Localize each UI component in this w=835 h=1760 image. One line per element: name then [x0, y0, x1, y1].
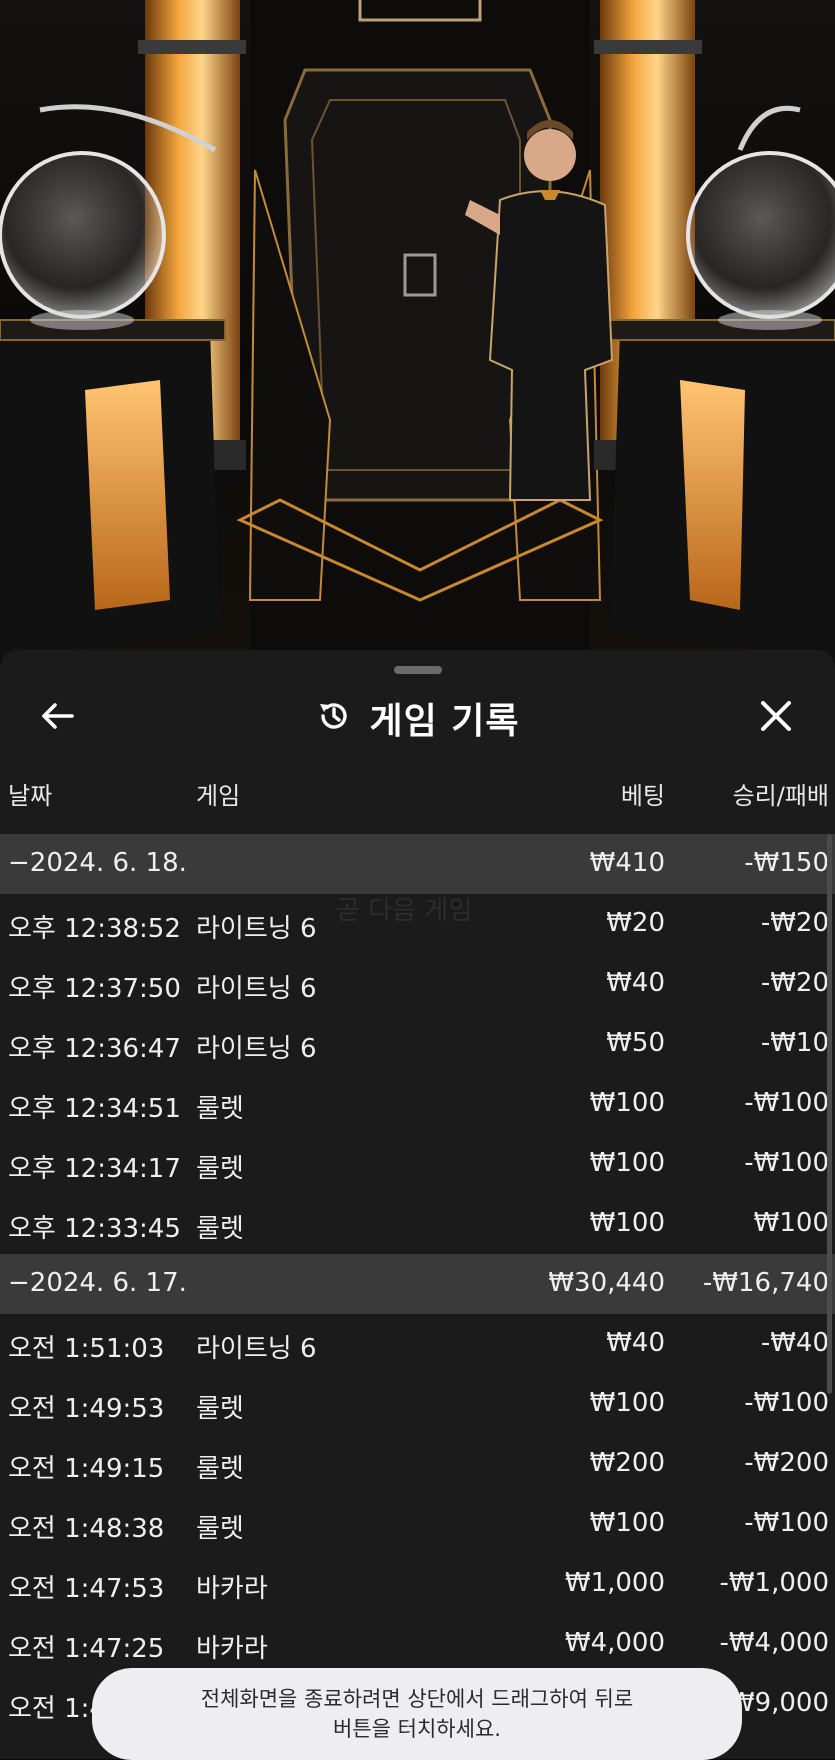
row-bet: ₩20 [606, 908, 665, 938]
row-bet: ₩50 [606, 1028, 665, 1058]
row-date: 오후 12:36:47 [8, 1034, 181, 1064]
history-row[interactable]: 오후 12:37:50 라이트닝 6 ₩40 -₩20 [0, 954, 835, 1014]
row-bet: ₩100 [589, 1208, 665, 1238]
row-date: 오후 12:34:51 [8, 1094, 181, 1124]
scrollbar[interactable] [827, 834, 832, 1394]
row-bet: ₩100 [589, 1088, 665, 1118]
history-row[interactable]: 오전 1:51:03 라이트닝 6 ₩40 -₩40 [0, 1314, 835, 1374]
date-group-row[interactable]: −2024. 6. 17. ₩30,440 -₩16,740 [0, 1254, 835, 1314]
column-header-game: 게임 [196, 782, 241, 810]
toast-line-1: 전체화면을 종료하려면 상단에서 드래그하여 뒤로 [200, 1687, 634, 1711]
history-row[interactable]: 오후 12:34:51 룰렛 ₩100 -₩100 [0, 1074, 835, 1134]
drag-handle[interactable] [394, 666, 442, 674]
row-result: ₩100 [753, 1208, 829, 1238]
row-game: 라이트닝 6 [196, 974, 317, 1004]
row-bet: ₩100 [589, 1148, 665, 1178]
history-row[interactable]: 오전 1:47:25 바카라 ₩4,000 -₩4,000 [0, 1614, 835, 1674]
row-result: -₩100 [744, 1088, 829, 1118]
row-result: -₩100 [744, 1388, 829, 1418]
row-bet: ₩1,000 [564, 1568, 665, 1598]
history-row[interactable]: 오후 12:34:17 룰렛 ₩100 -₩100 [0, 1134, 835, 1194]
column-header-date: 날짜 [8, 782, 53, 810]
close-icon [760, 700, 792, 736]
row-result: -₩20 [760, 908, 829, 938]
close-button[interactable] [752, 696, 800, 740]
column-header-result: 승리/패배 [732, 782, 829, 810]
row-game: 룰렛 [196, 1514, 244, 1544]
row-game: 룰렛 [196, 1394, 244, 1424]
sheet-header: 게임 기록 [0, 690, 835, 746]
history-row[interactable]: 오전 1:49:15 룰렛 ₩200 -₩200 [0, 1434, 835, 1494]
row-game: 룰렛 [196, 1214, 244, 1244]
row-date: −2024. 6. 17. [8, 1268, 187, 1298]
arrow-left-icon [40, 701, 76, 735]
row-date: 오전 1:47:53 [8, 1574, 165, 1604]
row-result: -₩4,000 [719, 1628, 829, 1658]
studio-scene [0, 0, 835, 660]
row-date: 오후 12:38:52 [8, 914, 181, 944]
back-button[interactable] [34, 696, 82, 740]
row-game: 라이트닝 6 [196, 1334, 317, 1364]
row-date: 오후 12:37:50 [8, 974, 181, 1004]
row-result: -₩10 [760, 1028, 829, 1058]
row-date: 오전 1:49:15 [8, 1454, 165, 1484]
row-date: 오후 12:33:45 [8, 1214, 181, 1244]
row-result: ₩9,000 [728, 1688, 829, 1718]
row-result: -₩200 [744, 1448, 829, 1478]
row-date: 오전 1:49:53 [8, 1394, 165, 1424]
row-result: -₩100 [744, 1508, 829, 1538]
date-group-row[interactable]: −2024. 6. 18. ₩410 -₩150 [0, 834, 835, 894]
row-game: 바카라 [196, 1574, 268, 1604]
row-bet: ₩100 [589, 1388, 665, 1418]
row-result: -₩20 [760, 968, 829, 998]
game-history-sheet: 게임 기록 날짜 게임 베팅 승리/패배 곧 다음 게임 −2024. 6. 1… [0, 650, 835, 1759]
history-row[interactable]: 오후 12:38:52 라이트닝 6 ₩20 -₩20 [0, 894, 835, 954]
row-game: 룰렛 [196, 1454, 244, 1484]
row-bet: ₩40 [606, 1328, 665, 1358]
row-result: -₩150 [744, 848, 829, 878]
row-game: 바카라 [196, 1634, 268, 1664]
history-list[interactable]: −2024. 6. 18. ₩410 -₩150 오후 12:38:52 라이트닝 6 ₩… [0, 834, 835, 1734]
row-result: -₩100 [744, 1148, 829, 1178]
row-result: -₩40 [760, 1328, 829, 1358]
row-game: 룰렛 [196, 1094, 244, 1124]
row-bet: ₩40 [606, 968, 665, 998]
row-date: 오후 12:34:17 [8, 1154, 181, 1184]
row-result: -₩16,740 [702, 1268, 829, 1298]
row-bet: ₩200 [589, 1448, 665, 1478]
fullscreen-exit-toast: 전체화면을 종료하려면 상단에서 드래그하여 뒤로 버튼을 터치하세요. [92, 1668, 742, 1760]
row-date: 오전 1:48:38 [8, 1514, 165, 1544]
history-row[interactable]: 오전 1:49:53 룰렛 ₩100 -₩100 [0, 1374, 835, 1434]
row-game: 라이트닝 6 [196, 914, 317, 944]
row-bet: ₩4,000 [564, 1628, 665, 1658]
row-date: 오전 1:51:03 [8, 1334, 165, 1364]
history-row[interactable]: 오후 12:33:45 룰렛 ₩100 ₩100 [0, 1194, 835, 1254]
history-row[interactable]: 오후 12:36:47 라이트닝 6 ₩50 -₩10 [0, 1014, 835, 1074]
page-title: 게임 기록 [369, 701, 520, 742]
row-bet: ₩410 [589, 848, 665, 878]
row-date: 오전 1:47:25 [8, 1634, 165, 1664]
live-video-stage [0, 0, 835, 660]
history-row[interactable]: 오전 1:48:38 룰렛 ₩100 -₩100 [0, 1494, 835, 1554]
toast-line-2: 버튼을 터치하세요. [333, 1717, 501, 1741]
history-row[interactable]: 오전 1:47:53 바카라 ₩1,000 -₩1,000 [0, 1554, 835, 1614]
row-bet: ₩100 [589, 1508, 665, 1538]
row-game: 라이트닝 6 [196, 1034, 317, 1064]
column-header-bet: 베팅 [620, 782, 665, 810]
row-bet: ₩30,440 [548, 1268, 665, 1298]
title-group: 게임 기록 [0, 690, 835, 746]
history-icon [315, 697, 353, 739]
row-result: -₩1,000 [719, 1568, 829, 1598]
row-game: 룰렛 [196, 1154, 244, 1184]
row-date: −2024. 6. 18. [8, 848, 187, 878]
column-headers: 날짜 게임 베팅 승리/패배 [0, 776, 835, 816]
